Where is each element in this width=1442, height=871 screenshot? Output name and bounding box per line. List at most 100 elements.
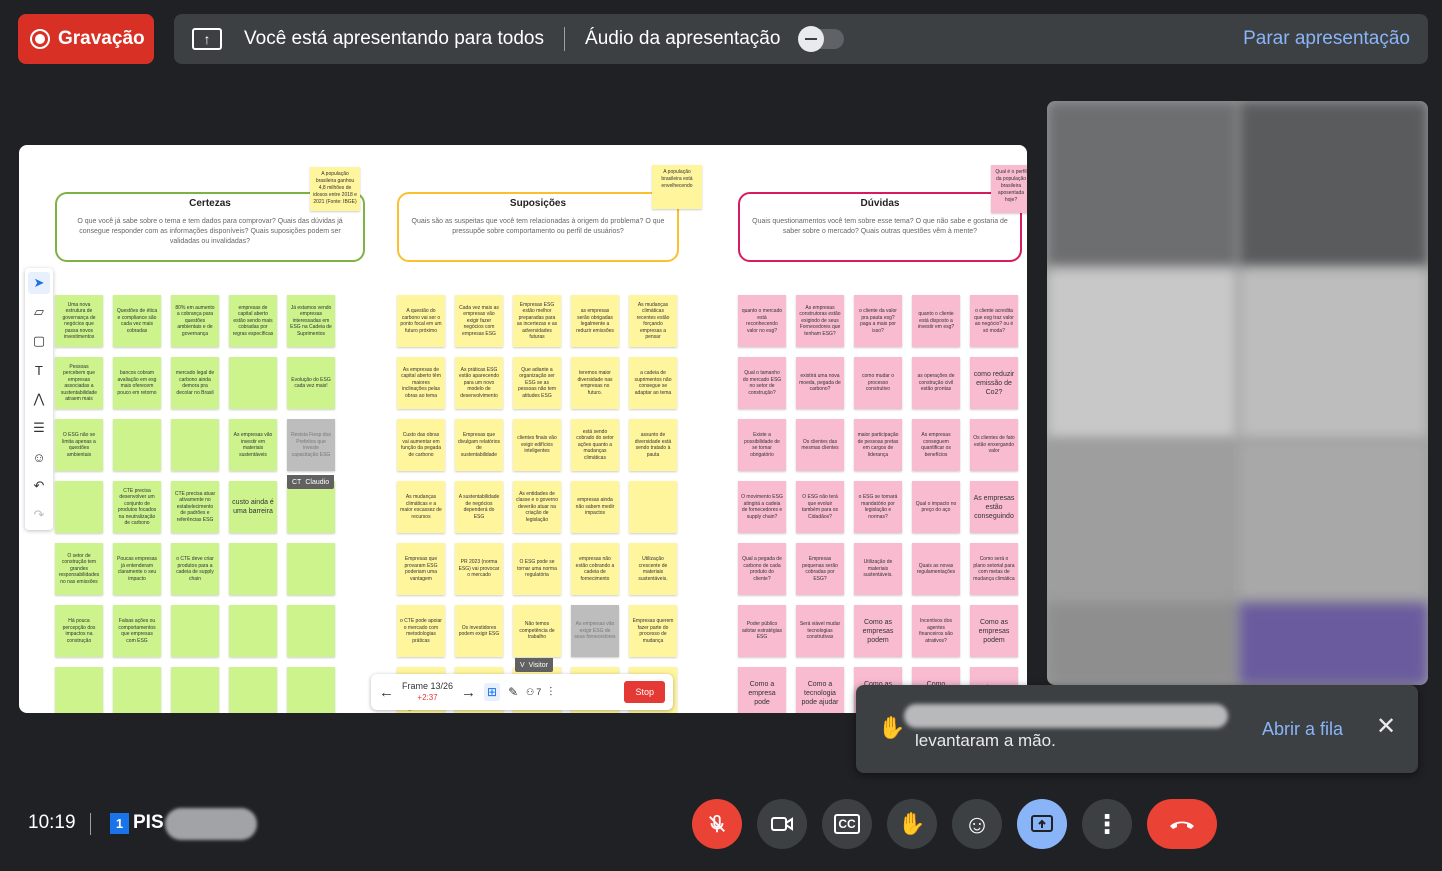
reactions-button[interactable]: ☺: [952, 799, 1002, 849]
sticky-note-tag[interactable]: A população brasileira ganhou 4,8 milhõe…: [310, 167, 360, 211]
stop-presenting-button[interactable]: Parar apresentação: [1243, 28, 1410, 50]
sticky-note[interactable]: [171, 419, 219, 471]
text-icon[interactable]: T: [28, 359, 50, 381]
sticky-note[interactable]: [171, 605, 219, 657]
sticky-note[interactable]: existirá uma nova moeda, pegada de carbo…: [796, 357, 844, 409]
sticky-note[interactable]: o cliente da valor pra pauta esg? paga a…: [854, 295, 902, 347]
sticky-note[interactable]: CTE precisa desenvolver um conjunto de p…: [113, 481, 161, 533]
sticky-note[interactable]: o cliente acredita que esg traz valor ao…: [970, 295, 1018, 347]
sticky-note[interactable]: o CTE deve criar produtos para a cadeia …: [171, 543, 219, 595]
sticky-note[interactable]: maior participação de pessoas pretas em …: [854, 419, 902, 471]
redo-icon[interactable]: ↷: [28, 504, 50, 526]
sticky-note[interactable]: Empresas pequenas serão cobradas por ESG…: [796, 543, 844, 595]
sticky-note[interactable]: Poder público adotar estratégias ESG: [738, 605, 786, 657]
sticky-note[interactable]: [287, 667, 335, 713]
sticky-note[interactable]: [113, 667, 161, 713]
sticky-note[interactable]: As empresas construtoras estão exigindo …: [796, 295, 844, 347]
sticky-note[interactable]: As empresas conseguem quantificar os ben…: [912, 419, 960, 471]
participant-tile[interactable]: [1047, 603, 1237, 685]
participant-tile[interactable]: [1239, 441, 1428, 601]
sticky-note[interactable]: Os clientes das mesmas clientes: [796, 419, 844, 471]
sticky-note[interactable]: Utilização crescente de materiais susten…: [629, 543, 677, 595]
more-options-button[interactable]: ⋮: [1082, 799, 1132, 849]
sticky-note[interactable]: Qual a pegada de carbono de cada produto…: [738, 543, 786, 595]
sticky-note[interactable]: assunto de diversidade está sendo tratad…: [629, 419, 677, 471]
emoji-icon[interactable]: ☺: [28, 446, 50, 468]
sticky-note[interactable]: As entidades de classe e o governo dever…: [513, 481, 561, 533]
comment-icon[interactable]: ☰: [28, 417, 50, 439]
previous-frame-icon[interactable]: ←: [379, 684, 394, 701]
participant-tile[interactable]: [1047, 101, 1237, 267]
sticky-note[interactable]: As mudanças climáticas recentes estão fo…: [629, 295, 677, 347]
shape-icon[interactable]: ▢: [28, 330, 50, 352]
users-count[interactable]: ⚇ 7: [526, 687, 541, 698]
sticky-note[interactable]: [55, 667, 103, 713]
sticky-note[interactable]: como mudar o processo construtivo: [854, 357, 902, 409]
sticky-note[interactable]: Que adiante a organização ser ESG se as …: [513, 357, 561, 409]
sticky-note[interactable]: As empresas vão exigir ESG de seus forne…: [571, 605, 619, 657]
sticky-note[interactable]: [229, 543, 277, 595]
sticky-note[interactable]: Empresas querem fazer parte do processo …: [629, 605, 677, 657]
sticky-note[interactable]: [171, 667, 219, 713]
sticky-note[interactable]: o ESG se tornará mandatório por legislaç…: [854, 481, 902, 533]
sticky-note[interactable]: o CTE pode apoiar o mercado com metodolo…: [397, 605, 445, 657]
select-cursor-icon[interactable]: ➤: [28, 272, 50, 294]
audio-toggle[interactable]: [798, 26, 845, 52]
sticky-note[interactable]: bancos cobram avaliação em esg mais ofer…: [113, 357, 161, 409]
sticky-note[interactable]: Qual o tamanho do mercado ESG no setor d…: [738, 357, 786, 409]
sticky-note[interactable]: Cada vez mais as empresas vão exigir faz…: [455, 295, 503, 347]
pen-icon[interactable]: ⋀: [28, 388, 50, 410]
sticky-note[interactable]: [629, 481, 677, 533]
sticky-note[interactable]: As empresas estão conseguindo: [970, 481, 1018, 533]
raise-hand-button[interactable]: ✋: [887, 799, 937, 849]
sticky-note[interactable]: O movimento ESG atingirá a cadeia de for…: [738, 481, 786, 533]
sticky-note[interactable]: mercado legal de carbono ainda demora pr…: [171, 357, 219, 409]
participant-tile[interactable]: [1239, 603, 1428, 685]
frames-grid-icon[interactable]: ⊞: [484, 683, 501, 701]
sticky-note[interactable]: A questão do carbono vai ser o ponto foc…: [397, 295, 445, 347]
sticky-note[interactable]: [113, 419, 161, 471]
sticky-note[interactable]: Evolução do ESG cada vez mais!: [287, 357, 335, 409]
sticky-note[interactable]: As práticas ESG estão aparecendo para um…: [455, 357, 503, 409]
sticky-note[interactable]: Questões de ética e compliance são cada …: [113, 295, 161, 347]
end-call-button[interactable]: [1147, 799, 1217, 849]
sticky-note[interactable]: O setor de construção tem grandes respon…: [55, 543, 103, 595]
sticky-note[interactable]: custo ainda é uma barreira: [229, 481, 277, 533]
sticky-note[interactable]: Revista Fiesp dos Prefeitos que investe …: [287, 419, 335, 471]
sticky-note[interactable]: 80% em aumento a cobrança para questões …: [171, 295, 219, 347]
sticky-note[interactable]: Como a empresa pode: [738, 667, 786, 713]
sticky-note[interactable]: PR 2023 (norma ESG) vai provocar o merca…: [455, 543, 503, 595]
close-icon[interactable]: ✕: [1376, 715, 1396, 739]
sticky-note[interactable]: As mudanças climáticas e a maior escasse…: [397, 481, 445, 533]
sticky-note[interactable]: Uma nova estrutura de governança de negó…: [55, 295, 103, 347]
participant-tile[interactable]: [1239, 269, 1428, 439]
sticky-note[interactable]: Será viável mudar tecnologias construtiv…: [796, 605, 844, 657]
sticky-note[interactable]: Quais as novas regulamentações: [912, 543, 960, 595]
sticky-note[interactable]: Empresas que provaram ESG poderiam uma v…: [397, 543, 445, 595]
sticky-note[interactable]: Falsas ações ou comportamentos que empre…: [113, 605, 161, 657]
sticky-note-icon[interactable]: ▱: [28, 301, 50, 323]
sticky-note[interactable]: Pessoas percebem que empresas associadas…: [55, 357, 103, 409]
sticky-note[interactable]: CTE precisa atuar ativamente no estabele…: [171, 481, 219, 533]
next-frame-icon[interactable]: →: [461, 684, 476, 701]
sticky-note[interactable]: Como será o plano setorial para com meta…: [970, 543, 1018, 595]
sticky-note[interactable]: As empresas de capital aberto têm maiore…: [397, 357, 445, 409]
sticky-note[interactable]: Já estamos vendo empresas interessadas e…: [287, 295, 335, 347]
sticky-note[interactable]: As empresas vão investir em materiais su…: [229, 419, 277, 471]
laser-icon[interactable]: ✎: [508, 685, 518, 699]
sticky-note-tag[interactable]: A população brasileira está envelhecendo: [652, 165, 702, 209]
sticky-note[interactable]: teremos maior diversidade nas empresas n…: [571, 357, 619, 409]
sticky-note[interactable]: [287, 543, 335, 595]
sticky-note[interactable]: Empresas que divulgam relatórios de sust…: [455, 419, 503, 471]
camera-button[interactable]: [757, 799, 807, 849]
sticky-note[interactable]: quanto o mercado está reconhecendo valor…: [738, 295, 786, 347]
sticky-note[interactable]: A sustentabilidade de negócios dependerá…: [455, 481, 503, 533]
sticky-note[interactable]: [229, 667, 277, 713]
sticky-note[interactable]: [55, 481, 103, 533]
sticky-note[interactable]: Poucas empresas já entenderam claramente…: [113, 543, 161, 595]
sticky-note[interactable]: Utilização de materiais sustentáveis.: [854, 543, 902, 595]
sticky-note[interactable]: [287, 605, 335, 657]
sticky-note[interactable]: Custo das obras vai aumentar em função d…: [397, 419, 445, 471]
sticky-note[interactable]: Como as empresas podem: [854, 605, 902, 657]
recording-button[interactable]: Gravação: [18, 14, 154, 64]
